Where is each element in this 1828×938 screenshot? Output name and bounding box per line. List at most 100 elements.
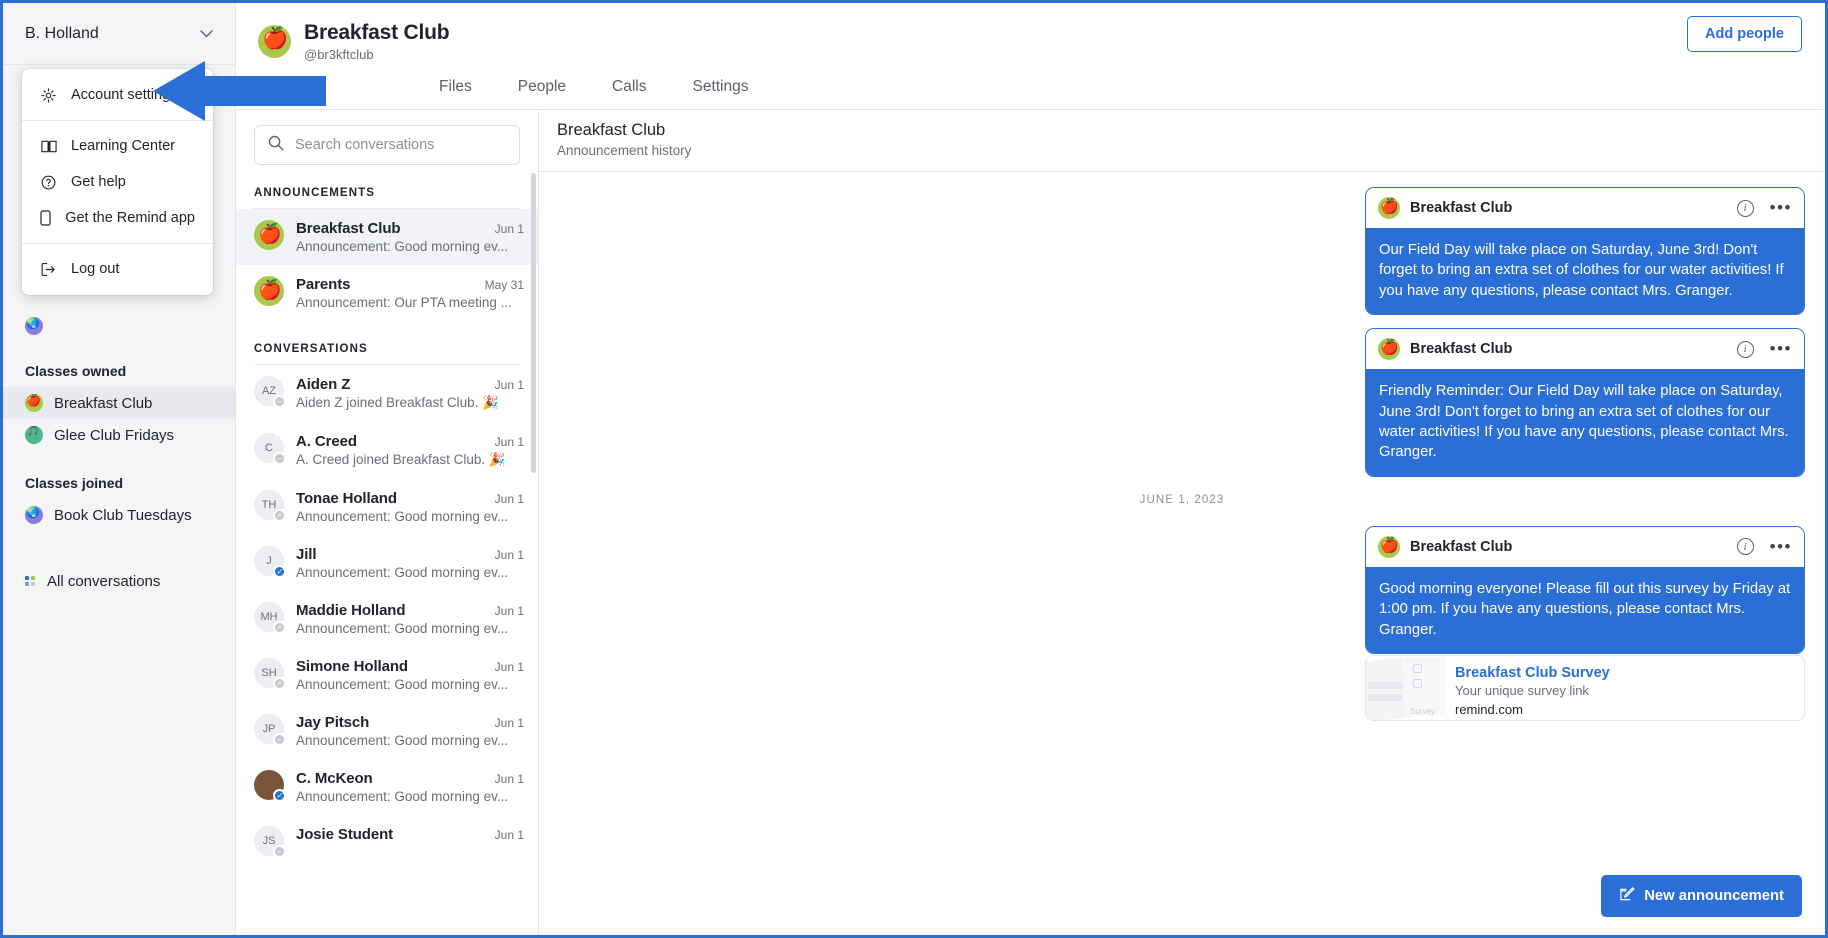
class-header-top: Breakfast Club @br3kftclub Add people <box>236 3 1825 65</box>
message-panel-header: Breakfast Club Announcement history <box>539 111 1825 172</box>
presence-dot-icon: – <box>273 733 286 746</box>
sidebar-class-label: Breakfast Club <box>54 395 152 412</box>
presence-dot-icon: × <box>273 621 286 634</box>
tab-people[interactable]: People <box>495 65 589 109</box>
list-item-body: Maddie Holland Jun 1 Announcement: Good … <box>296 602 524 636</box>
search-input[interactable] <box>295 137 506 153</box>
message-row: Breakfast Club i ••• Good morning everyo… <box>559 526 1805 654</box>
menu-item-get-help[interactable]: Get help <box>22 164 213 200</box>
menu-item-learning-center[interactable]: Learning Center <box>22 128 213 164</box>
list-item[interactable]: C– A. Creed Jun 1 A. Creed joined Breakf… <box>236 422 538 479</box>
announcement-bubble: Breakfast Club i ••• Good morning everyo… <box>1365 526 1805 654</box>
link-title[interactable]: Breakfast Club Survey <box>1455 665 1610 681</box>
remind-app-window: B. Holland D S Cla <box>0 0 1828 938</box>
checkbox-icon <box>1413 664 1422 673</box>
chevron-down-icon <box>200 27 213 40</box>
message-sender: Breakfast Club <box>1410 539 1512 555</box>
search-icon <box>268 135 284 156</box>
avatar: C– <box>254 433 284 463</box>
info-icon[interactable]: i <box>1737 341 1754 358</box>
message-sender: Breakfast Club <box>1410 200 1512 216</box>
apple-badge-icon <box>25 394 43 412</box>
list-item[interactable]: AZ– Aiden Z Jun 1 Aiden Z joined Breakfa… <box>236 365 538 422</box>
announcement-bubble: Breakfast Club i ••• Our Field Day will … <box>1365 187 1805 315</box>
link-preview-card[interactable]: Survey Breakfast Club Survey Your unique… <box>1365 655 1805 721</box>
list-item[interactable]: Breakfast Club Jun 1 Announcement: Good … <box>236 209 538 265</box>
conversation-preview: Announcement: Good morning ev... <box>296 509 524 524</box>
message-panel: Breakfast Club Announcement history Brea… <box>539 111 1825 935</box>
add-people-button[interactable]: Add people <box>1687 16 1802 52</box>
search-conversations-box[interactable] <box>254 125 520 165</box>
list-item[interactable]: Parents May 31 Announcement: Our PTA mee… <box>236 265 538 321</box>
message-row: Breakfast Club i ••• Friendly Reminder: … <box>559 328 1805 477</box>
tab-settings[interactable]: Settings <box>669 65 771 109</box>
tab-calls[interactable]: Calls <box>589 65 669 109</box>
logout-icon <box>40 262 57 277</box>
avatar <box>254 276 284 306</box>
section-title-classes-joined: Classes joined <box>3 475 235 491</box>
message-thread: Breakfast Club i ••• Our Field Day will … <box>539 173 1825 935</box>
tab-files[interactable]: Files <box>416 65 495 109</box>
conversation-preview: Announcement: Good morning ev... <box>296 677 524 692</box>
presence-dot-icon: – <box>273 452 286 465</box>
presence-dot-icon: ✓ <box>273 565 286 578</box>
message-sender: Breakfast Club <box>1410 341 1512 357</box>
conversation-preview: Aiden Z joined Breakfast Club. 🎉 <box>296 395 524 411</box>
section-title-classes-owned: Classes owned <box>3 363 235 379</box>
conversation-name: Maddie Holland <box>296 602 405 619</box>
page-title: Breakfast Club <box>304 21 449 45</box>
conversation-list-scrollbar[interactable] <box>531 173 536 933</box>
new-announcement-button[interactable]: New announcement <box>1601 875 1802 917</box>
class-header: Breakfast Club @br3kftclub Add people An… <box>236 3 1825 111</box>
list-item-body: Tonae Holland Jun 1 Announcement: Good m… <box>296 490 524 524</box>
presence-dot-icon: × <box>273 509 286 522</box>
bubble-actions: i ••• <box>1737 538 1792 555</box>
ellipsis-icon[interactable]: ••• <box>1770 542 1792 552</box>
list-item[interactable]: J✓ Jill Jun 1 Announcement: Good morning… <box>236 535 538 591</box>
classes-owned-section: Classes owned Breakfast Club Glee Club F… <box>3 363 235 451</box>
conversation-date: Jun 1 <box>487 378 524 392</box>
menu-label: Log out <box>71 261 119 277</box>
scrollbar-thumb[interactable] <box>531 173 536 473</box>
avatar: ✓ <box>254 770 284 800</box>
link-card-text: Breakfast Club Survey Your unique survey… <box>1452 656 1610 720</box>
info-icon[interactable]: i <box>1737 200 1754 217</box>
book-icon <box>40 139 57 153</box>
conversation-name: Tonae Holland <box>296 490 397 507</box>
sidebar-item-breakfast-club[interactable]: Breakfast Club <box>3 387 235 419</box>
info-icon[interactable]: i <box>1737 538 1754 555</box>
ellipsis-icon[interactable]: ••• <box>1770 344 1792 354</box>
list-item[interactable]: SH× Simone Holland Jun 1 Announcement: G… <box>236 647 538 703</box>
sidebar-item-all-conversations[interactable]: All conversations <box>3 565 235 597</box>
sidebar-item-book-club-tuesdays[interactable]: Book Club Tuesdays <box>3 499 235 531</box>
menu-label: Get help <box>71 174 126 190</box>
question-circle-icon <box>40 175 57 190</box>
ellipsis-icon[interactable]: ••• <box>1770 203 1792 213</box>
phone-icon <box>40 210 51 226</box>
avatar: AZ– <box>254 376 284 406</box>
list-item[interactable]: ✓ C. McKeon Jun 1 Announcement: Good mor… <box>236 759 538 815</box>
conversation-preview: A. Creed joined Breakfast Club. 🎉 <box>296 452 524 468</box>
list-item[interactable]: MH× Maddie Holland Jun 1 Announcement: G… <box>236 591 538 647</box>
list-item[interactable]: JS– Josie Student Jun 1 <box>236 815 538 867</box>
conversation-name: Breakfast Club <box>296 220 400 237</box>
conversation-date: Jun 1 <box>487 492 524 506</box>
message-row: Breakfast Club i ••• Our Field Day will … <box>559 187 1805 315</box>
class-avatar <box>258 25 291 58</box>
bubble-header: Breakfast Club i ••• <box>1366 329 1804 369</box>
globe-badge-icon <box>25 506 43 524</box>
new-announcement-label: New announcement <box>1644 888 1784 904</box>
list-item[interactable]: TH× Tonae Holland Jun 1 Announcement: Go… <box>236 479 538 535</box>
avatar <box>254 220 284 250</box>
menu-item-get-the-remind-app[interactable]: Get the Remind app <box>22 200 213 236</box>
account-switcher[interactable]: B. Holland <box>3 3 235 65</box>
class-badge-icon <box>25 317 43 335</box>
annotation-arrow-icon <box>153 60 326 127</box>
menu-item-log-out[interactable]: Log out <box>22 251 213 287</box>
conversation-date: Jun 1 <box>487 435 524 449</box>
sidebar-hidden-class-b[interactable] <box>3 307 235 345</box>
sidebar-item-glee-club-fridays[interactable]: Glee Club Fridays <box>3 419 235 451</box>
menu-label: Get the Remind app <box>65 210 195 226</box>
list-item[interactable]: JP– Jay Pitsch Jun 1 Announcement: Good … <box>236 703 538 759</box>
class-header-text: Breakfast Club @br3kftclub <box>304 21 449 62</box>
